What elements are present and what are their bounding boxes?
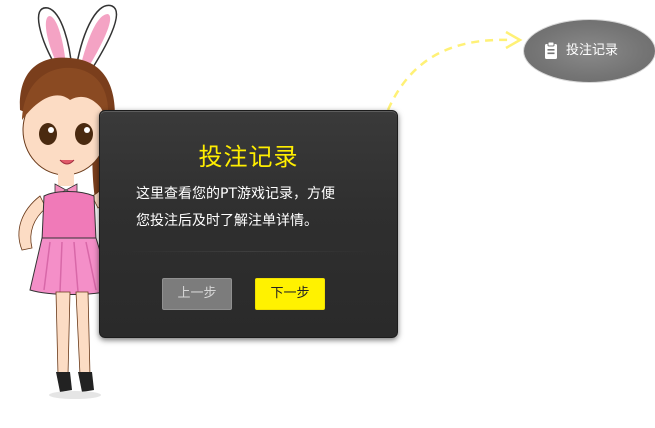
bet-record-nav-label: 投注记录 xyxy=(566,43,619,58)
next-step-button[interactable]: 下一步 xyxy=(255,278,325,310)
dialog-text-line-2: 您投注后及时了解注单详情。 xyxy=(136,213,318,229)
dialog-divider xyxy=(120,251,377,252)
dialog-description: 这里查看您的PT游戏记录，方便 您投注后及时了解注单详情。 xyxy=(136,181,377,235)
bet-record-nav-button[interactable]: 投注记录 xyxy=(524,20,655,82)
clipboard-icon xyxy=(545,42,557,59)
pointer-arrow xyxy=(386,30,523,111)
tutorial-dialog: 投注记录 这里查看您的PT游戏记录，方便 您投注后及时了解注单详情。 上一步 下… xyxy=(99,110,398,338)
dialog-title: 投注记录 xyxy=(198,143,299,171)
dialog-text-line-1: 这里查看您的PT游戏记录，方便 xyxy=(136,186,335,202)
previous-step-button[interactable]: 上一步 xyxy=(162,278,232,310)
